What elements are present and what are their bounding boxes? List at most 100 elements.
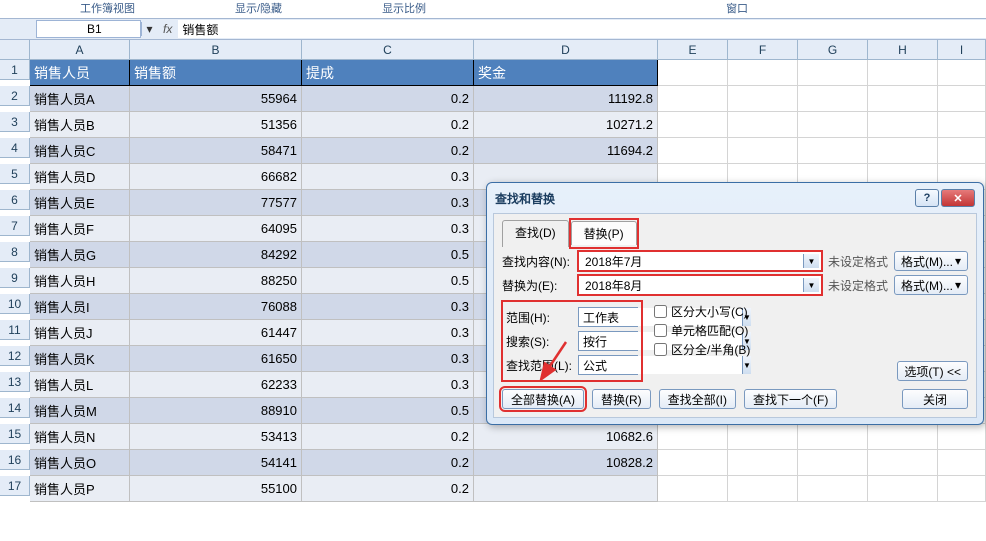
- tab-find[interactable]: 查找(D): [502, 220, 569, 247]
- cell[interactable]: 0.2: [302, 476, 474, 502]
- cell[interactable]: [798, 86, 868, 112]
- cell[interactable]: [868, 60, 938, 86]
- cell[interactable]: 10828.2: [474, 450, 658, 476]
- cell[interactable]: 0.3: [302, 294, 474, 320]
- cell[interactable]: 88250: [130, 268, 302, 294]
- match-whole-checkbox[interactable]: [654, 324, 667, 337]
- cell[interactable]: [728, 450, 798, 476]
- cell[interactable]: [938, 424, 986, 450]
- cell[interactable]: [798, 112, 868, 138]
- cell[interactable]: 销售人员N: [30, 424, 130, 450]
- cell[interactable]: [798, 424, 868, 450]
- cell[interactable]: 0.3: [302, 164, 474, 190]
- cell[interactable]: 62233: [130, 372, 302, 398]
- replace-all-button[interactable]: 全部替换(A): [502, 389, 584, 409]
- row-header-1[interactable]: 1: [0, 60, 30, 80]
- cell[interactable]: 销售人员H: [30, 268, 130, 294]
- formula-bar[interactable]: 销售额: [178, 20, 986, 38]
- cell[interactable]: 销售人员A: [30, 86, 130, 112]
- cell[interactable]: 55964: [130, 86, 302, 112]
- cell[interactable]: [658, 138, 728, 164]
- cell[interactable]: [658, 450, 728, 476]
- find-all-button[interactable]: 查找全部(I): [659, 389, 736, 409]
- cell[interactable]: 销售人员K: [30, 346, 130, 372]
- cell[interactable]: 销售人员M: [30, 398, 130, 424]
- cell[interactable]: 销售人员G: [30, 242, 130, 268]
- cell[interactable]: [938, 60, 986, 86]
- replace-format-button[interactable]: 格式(M)...▾: [894, 275, 968, 295]
- cell[interactable]: 销售人员F: [30, 216, 130, 242]
- row-header-12[interactable]: 12: [0, 346, 30, 366]
- cell[interactable]: [938, 476, 986, 502]
- row-header-3[interactable]: 3: [0, 112, 30, 132]
- cell[interactable]: 销售人员I: [30, 294, 130, 320]
- cell[interactable]: 0.3: [302, 372, 474, 398]
- cell[interactable]: [868, 112, 938, 138]
- cell[interactable]: [728, 60, 798, 86]
- header-cell[interactable]: 销售人员: [30, 60, 130, 86]
- cell[interactable]: 0.2: [302, 424, 474, 450]
- cell[interactable]: 88910: [130, 398, 302, 424]
- cell[interactable]: 0.2: [302, 86, 474, 112]
- row-header-15[interactable]: 15: [0, 424, 30, 444]
- cell[interactable]: 61650: [130, 346, 302, 372]
- row-header-7[interactable]: 7: [0, 216, 30, 236]
- cell[interactable]: [474, 476, 658, 502]
- row-header-4[interactable]: 4: [0, 138, 30, 158]
- select-all-corner[interactable]: [0, 40, 30, 60]
- name-box-dropdown[interactable]: ▾: [141, 22, 157, 36]
- close-window-button[interactable]: ✕: [941, 189, 975, 207]
- cell[interactable]: 0.5: [302, 242, 474, 268]
- cell[interactable]: [868, 86, 938, 112]
- match-case-checkbox[interactable]: [654, 305, 667, 318]
- cell[interactable]: 0.3: [302, 216, 474, 242]
- cell[interactable]: [938, 112, 986, 138]
- row-header-11[interactable]: 11: [0, 320, 30, 340]
- replace-input-combo[interactable]: ▼: [578, 275, 822, 295]
- cell[interactable]: [728, 424, 798, 450]
- cell[interactable]: 53413: [130, 424, 302, 450]
- column-header-C[interactable]: C: [302, 40, 474, 60]
- cell[interactable]: 76088: [130, 294, 302, 320]
- cell[interactable]: [658, 86, 728, 112]
- row-header-13[interactable]: 13: [0, 372, 30, 392]
- cell[interactable]: [728, 476, 798, 502]
- header-cell[interactable]: 奖金: [474, 60, 658, 86]
- cell[interactable]: 销售人员P: [30, 476, 130, 502]
- cell[interactable]: 销售人员O: [30, 450, 130, 476]
- column-header-G[interactable]: G: [798, 40, 868, 60]
- row-header-9[interactable]: 9: [0, 268, 30, 288]
- cell[interactable]: 11694.2: [474, 138, 658, 164]
- cell[interactable]: 10271.2: [474, 112, 658, 138]
- cell[interactable]: 54141: [130, 450, 302, 476]
- row-header-8[interactable]: 8: [0, 242, 30, 262]
- cell[interactable]: 58471: [130, 138, 302, 164]
- cell[interactable]: [938, 138, 986, 164]
- row-header-14[interactable]: 14: [0, 398, 30, 418]
- row-header-17[interactable]: 17: [0, 476, 30, 496]
- close-button[interactable]: 关闭: [902, 389, 968, 409]
- cell[interactable]: 0.2: [302, 138, 474, 164]
- cell[interactable]: 0.2: [302, 450, 474, 476]
- column-header-F[interactable]: F: [728, 40, 798, 60]
- replace-history-dropdown[interactable]: ▼: [803, 278, 819, 292]
- cell[interactable]: [798, 476, 868, 502]
- find-history-dropdown[interactable]: ▼: [803, 254, 819, 268]
- dialog-titlebar[interactable]: 查找和替换 ? ✕: [487, 183, 983, 213]
- cell[interactable]: [868, 450, 938, 476]
- replace-input[interactable]: [581, 278, 803, 292]
- column-header-D[interactable]: D: [474, 40, 658, 60]
- cell[interactable]: [658, 424, 728, 450]
- cell[interactable]: [658, 112, 728, 138]
- header-cell[interactable]: 销售额: [130, 60, 302, 86]
- cell[interactable]: [868, 138, 938, 164]
- row-header-6[interactable]: 6: [0, 190, 30, 210]
- cell[interactable]: 55100: [130, 476, 302, 502]
- row-header-5[interactable]: 5: [0, 164, 30, 184]
- cell[interactable]: 销售人员D: [30, 164, 130, 190]
- column-header-H[interactable]: H: [868, 40, 938, 60]
- cell[interactable]: [798, 450, 868, 476]
- cell[interactable]: 51356: [130, 112, 302, 138]
- cell[interactable]: [938, 450, 986, 476]
- cell[interactable]: [728, 138, 798, 164]
